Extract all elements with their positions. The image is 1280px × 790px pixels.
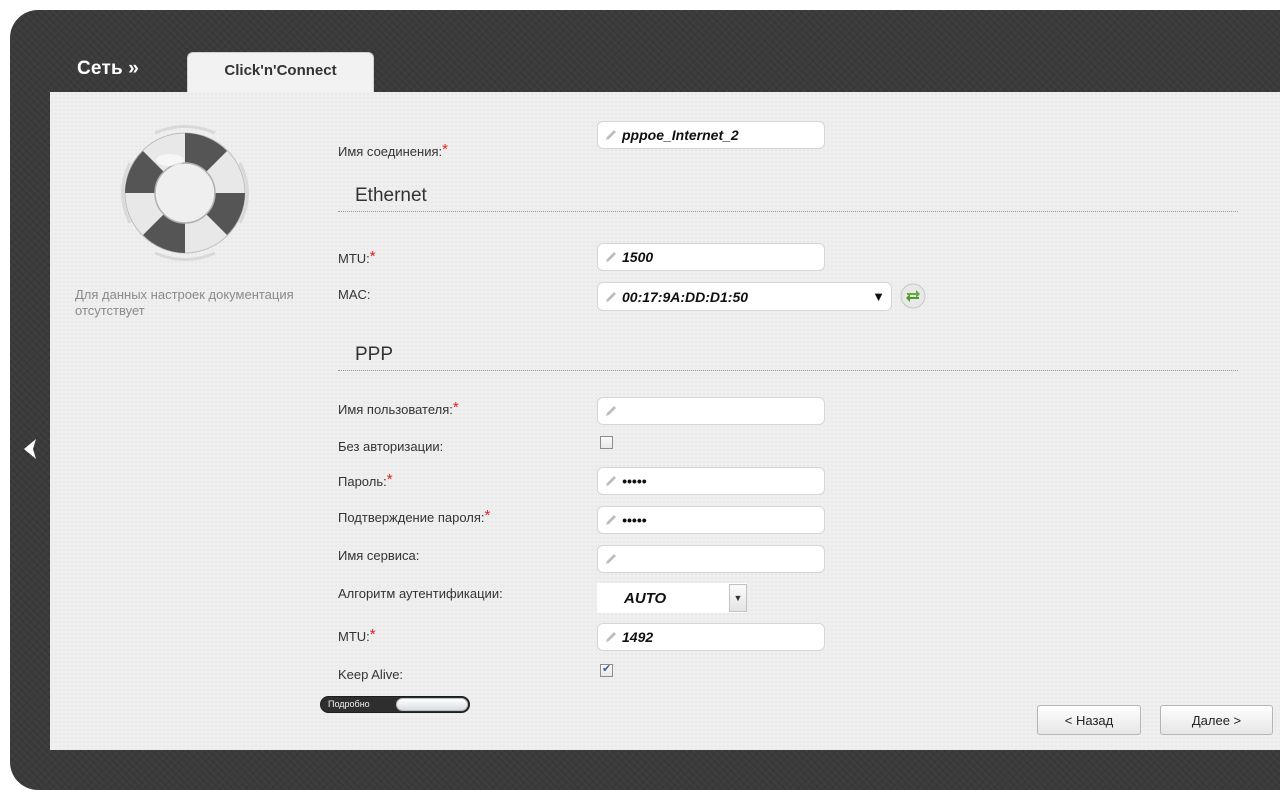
ppp-mtu-value: 1492	[622, 629, 654, 645]
mac-value: 00:17:9A:DD:D1:50	[622, 288, 749, 305]
mac-select[interactable]: 00:17:9A:DD:D1:50 ▼	[597, 282, 892, 311]
dropdown-arrow-icon: ▼	[729, 584, 747, 612]
service-name-field[interactable]	[597, 545, 825, 573]
required-mark: *	[442, 141, 448, 158]
help-text: Для данных настроек документация отсутст…	[75, 287, 294, 318]
auth-algorithm-select[interactable]: AUTO ▼	[597, 583, 747, 613]
username-label-text: Имя пользователя:	[338, 402, 453, 417]
password-label-text: Пароль:	[338, 474, 387, 489]
required-mark: *	[386, 471, 393, 488]
password-value: •••••	[622, 473, 647, 489]
required-mark: *	[484, 507, 491, 524]
username-label: Имя пользователя:*	[338, 399, 459, 419]
password-field[interactable]: •••••	[597, 467, 825, 495]
auth-algorithm-value: AUTO	[624, 589, 667, 607]
section-title-ppp: PPP	[355, 344, 394, 365]
required-mark: *	[369, 248, 376, 265]
password-confirm-field[interactable]: •••••	[597, 506, 825, 534]
pencil-icon	[606, 252, 616, 262]
details-toggle[interactable]: Подробно	[320, 696, 470, 713]
pencil-icon	[606, 406, 616, 416]
username-field[interactable]	[597, 397, 825, 425]
ethernet-mtu-value: 1500	[622, 249, 654, 265]
pencil-icon	[606, 291, 616, 302]
password-confirm-label: Подтверждение пароля:*	[338, 507, 491, 527]
no-auth-label: Без авторизации:	[338, 439, 444, 454]
next-button[interactable]: Далее >	[1160, 705, 1273, 735]
connection-name-label-text: Имя соединения:	[338, 144, 443, 159]
pencil-icon	[606, 130, 616, 140]
service-name-label: Имя сервиса:	[338, 548, 420, 563]
lifebuoy-icon	[121, 125, 249, 261]
ppp-mtu-label-text: MTU:	[338, 629, 370, 644]
password-confirm-label-text: Подтверждение пароля:	[338, 510, 485, 525]
tab-click-n-connect[interactable]: Click'n'Connect	[187, 52, 374, 93]
pencil-icon	[606, 515, 616, 525]
ppp-mtu-field[interactable]: 1492	[597, 623, 825, 651]
connection-name-field[interactable]: pppoe_Internet_2	[597, 121, 825, 149]
auth-algorithm-label: Алгоритм аутентификации:	[338, 586, 503, 601]
details-toggle-label: Подробно	[328, 699, 370, 709]
section-divider	[338, 211, 1238, 212]
password-label: Пароль:*	[338, 471, 393, 491]
ppp-mtu-label: MTU:*	[338, 626, 376, 646]
section-divider	[338, 370, 1238, 371]
chevron-left-icon[interactable]	[18, 436, 44, 462]
required-mark: *	[452, 399, 459, 416]
toggle-knob	[396, 698, 468, 711]
breadcrumb-root[interactable]: Сеть »	[77, 58, 139, 80]
dropdown-arrow-icon: ▼	[872, 289, 885, 304]
section-title-ethernet: Ethernet	[355, 185, 427, 206]
pencil-icon	[606, 476, 616, 486]
connection-name-value: pppoe_Internet_2	[622, 127, 739, 143]
connection-name-label: Имя соединения:*	[338, 141, 448, 161]
back-button[interactable]: < Назад	[1037, 705, 1141, 735]
ethernet-mtu-label: MTU:*	[338, 248, 376, 268]
pencil-icon	[606, 632, 616, 642]
keep-alive-label: Keep Alive:	[338, 667, 404, 682]
pencil-icon	[606, 554, 616, 564]
keep-alive-checkbox[interactable]	[600, 662, 613, 677]
mac-label: MAC:	[338, 287, 371, 302]
password-confirm-value: •••••	[622, 512, 647, 528]
no-auth-checkbox[interactable]	[600, 436, 613, 449]
required-mark: *	[369, 626, 376, 643]
ethernet-mtu-field[interactable]: 1500	[597, 243, 825, 271]
ethernet-mtu-label-text: MTU:	[338, 251, 370, 266]
refresh-icon[interactable]	[899, 282, 927, 310]
